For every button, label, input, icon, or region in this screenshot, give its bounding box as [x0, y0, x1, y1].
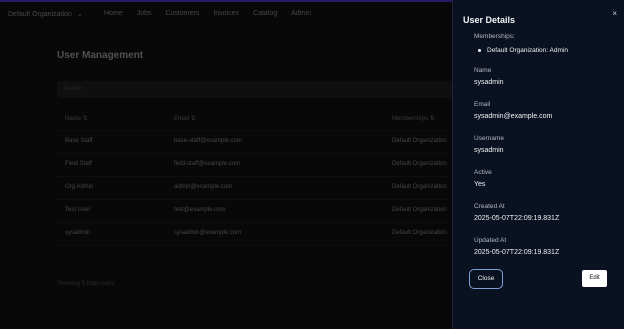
- active-label: Active: [474, 169, 492, 176]
- name-value: sysadmin: [474, 79, 504, 86]
- close-icon[interactable]: ×: [612, 9, 617, 18]
- modal-backdrop[interactable]: [0, 0, 452, 329]
- email-value: sysadmin@example.com: [474, 113, 553, 120]
- membership-text: Default Organization: Admin: [487, 47, 568, 54]
- edit-button[interactable]: Edit: [582, 270, 607, 287]
- username-value: sysadmin: [474, 147, 504, 154]
- name-label: Name: [474, 67, 492, 74]
- user-details-panel: User Details × Memberships: Default Orga…: [452, 0, 624, 329]
- updated-at-label: Updated At: [474, 237, 507, 244]
- memberships-label: Memberships:: [474, 33, 515, 40]
- close-button[interactable]: Close: [469, 269, 503, 289]
- created-at-value: 2025-05-07T22:09:19.831Z: [474, 215, 560, 222]
- active-value: Yes: [474, 181, 486, 188]
- username-label: Username: [474, 135, 504, 142]
- updated-at-value: 2025-05-07T22:09:19.831Z: [474, 249, 560, 256]
- membership-item: Default Organization: Admin: [478, 47, 568, 54]
- bullet-icon: [478, 48, 481, 52]
- email-label: Email: [474, 101, 491, 108]
- created-at-label: Created At: [474, 203, 505, 210]
- panel-title: User Details: [463, 15, 516, 25]
